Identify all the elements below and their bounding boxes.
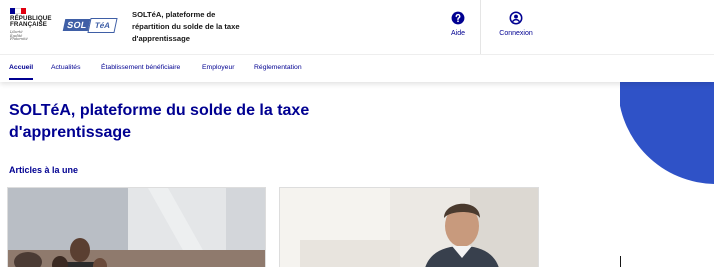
page: RÉPUBLIQUE FRANÇAISE Liberté Égalité Fra… [0,0,714,267]
republique-francaise-text: RÉPUBLIQUE FRANÇAISE [10,15,52,29]
account-circle-icon [509,11,523,25]
article-image-man-portrait [280,188,538,267]
nav-item-actualites[interactable]: Actualités [51,55,80,81]
devise-text: Liberté Égalité Fraternité [10,29,28,42]
page-title: SOLTéA, plateforme du solde de la taxe d… [9,102,310,141]
soltea-logo-sol: SOL [62,19,92,31]
site-header: RÉPUBLIQUE FRANÇAISE Liberté Égalité Fra… [0,0,714,82]
soltea-logo[interactable]: SOL TéA [62,17,118,33]
article-image-group-photo [8,188,265,267]
republique-francaise-logo[interactable]: RÉPUBLIQUE FRANÇAISE Liberté Égalité Fra… [10,8,58,42]
question-circle-icon [451,11,465,25]
flag-red [20,8,26,14]
nav-item-reglementation[interactable]: Réglementation [254,55,302,81]
article-card-2[interactable] [279,187,539,267]
nav-item-accueil[interactable]: Accueil [9,55,34,81]
article-card-1[interactable] [7,187,266,267]
service-title[interactable]: SOLTéA, plateforme de répartition du sol… [132,9,242,45]
aide-button[interactable]: Aide [434,11,482,47]
connexion-button[interactable]: Connexion [492,11,540,47]
aide-label: Aide [450,30,465,37]
nav-item-employeur[interactable]: Employeur [202,55,235,81]
soltea-logo-tea: TéA [87,18,118,33]
divider-mark [620,256,621,267]
tricolor-flag-icon [10,8,26,14]
connexion-label: Connexion [499,30,533,37]
nav-item-etablissement-beneficiaire[interactable]: Établissement bénéficiaire [101,55,180,81]
articles-heading: Articles à la une [9,165,79,175]
main-navigation: Accueil Actualités Établissement bénéfic… [0,54,714,83]
decorative-blue-shape [620,82,714,184]
